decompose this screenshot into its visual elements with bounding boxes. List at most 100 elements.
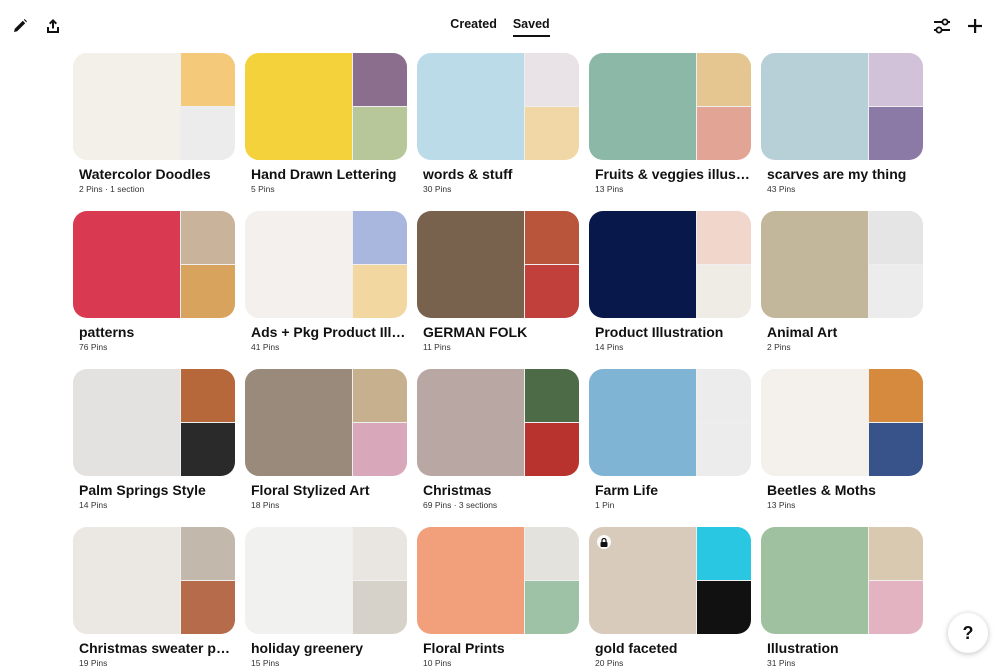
board-cover-main-image xyxy=(761,53,868,160)
board-card[interactable]: Beetles & Moths 13 Pins xyxy=(761,369,923,510)
board-cover-side-image xyxy=(697,369,751,422)
board-pin-count: 69 Pins · 3 sections xyxy=(423,500,498,510)
board-card[interactable]: Christmas 69 Pins · 3 sections xyxy=(417,369,579,510)
board-card[interactable]: Farm Life 1 Pin xyxy=(589,369,751,510)
board-pin-count: 2 Pins · 1 section xyxy=(79,184,145,194)
board-cover-main-image xyxy=(417,53,524,160)
board-pin-count: 76 Pins xyxy=(79,342,108,352)
board-cover-side-image xyxy=(181,107,235,160)
board-cover-side-image xyxy=(869,53,923,106)
board-card[interactable]: Christmas sweater pa... 19 Pins xyxy=(73,527,235,668)
board-card[interactable]: Watercolor Doodles 2 Pins · 1 section xyxy=(73,53,235,194)
board-card[interactable]: patterns 76 Pins xyxy=(73,211,235,352)
board-title: Ads + Pkg Product Illu... xyxy=(251,324,407,340)
board-title: GERMAN FOLK xyxy=(423,324,528,340)
board-title: Floral Prints xyxy=(423,640,505,656)
top-bar: Created Saved xyxy=(0,0,1000,50)
board-cover[interactable] xyxy=(761,53,923,160)
board-title: Animal Art xyxy=(767,324,838,340)
board-cover[interactable] xyxy=(589,211,751,318)
help-button[interactable]: ? xyxy=(948,613,988,653)
board-cover-main-image xyxy=(417,369,524,476)
board-cover-side-image xyxy=(181,369,235,422)
board-cover-side-image xyxy=(353,265,407,318)
board-cover-side-image xyxy=(697,211,751,264)
board-title: holiday greenery xyxy=(251,640,364,656)
board-card[interactable]: Ads + Pkg Product Illu... 41 Pins xyxy=(245,211,407,352)
board-pin-count: 41 Pins xyxy=(251,342,280,352)
board-title: Beetles & Moths xyxy=(767,482,876,498)
board-cover[interactable] xyxy=(245,527,407,634)
board-card[interactable]: Hand Drawn Lettering 5 Pins xyxy=(245,53,407,194)
board-cover[interactable] xyxy=(761,527,923,634)
board-card[interactable]: Palm Springs Style 14 Pins xyxy=(73,369,235,510)
filter-icon[interactable] xyxy=(930,14,954,38)
board-pin-count: 43 Pins xyxy=(767,184,796,194)
board-cover[interactable] xyxy=(761,211,923,318)
board-cover-main-image xyxy=(417,527,524,634)
board-cover[interactable] xyxy=(245,53,407,160)
board-cover-main-image xyxy=(589,211,696,318)
board-card[interactable]: gold faceted 20 Pins xyxy=(589,527,751,668)
board-pin-count: 13 Pins xyxy=(595,184,624,194)
board-pin-count: 18 Pins xyxy=(251,500,280,510)
board-cover[interactable] xyxy=(589,527,751,634)
board-cover-side-image xyxy=(869,369,923,422)
board-card[interactable]: GERMAN FOLK 11 Pins xyxy=(417,211,579,352)
board-card[interactable]: Fruits & veggies illustr... 13 Pins xyxy=(589,53,751,194)
board-cover-side-image xyxy=(697,423,751,476)
board-cover-main-image xyxy=(73,527,180,634)
board-cover-side-image xyxy=(353,107,407,160)
board-card[interactable]: Animal Art 2 Pins xyxy=(761,211,923,352)
board-cover-side-image xyxy=(525,423,579,476)
tab-created[interactable]: Created xyxy=(450,17,497,37)
board-pin-count: 11 Pins xyxy=(423,342,451,352)
board-card[interactable]: words & stuff 30 Pins xyxy=(417,53,579,194)
board-cover[interactable] xyxy=(761,369,923,476)
board-cover-side-image xyxy=(525,211,579,264)
board-card[interactable]: holiday greenery 15 Pins xyxy=(245,527,407,668)
board-cover[interactable] xyxy=(73,527,235,634)
board-cover-main-image xyxy=(73,53,180,160)
board-cover-side-image xyxy=(353,581,407,634)
board-title: Fruits & veggies illustr... xyxy=(595,166,751,182)
board-cover-side-image xyxy=(697,527,751,580)
board-cover-side-image xyxy=(697,53,751,106)
board-title: Illustration xyxy=(767,640,839,656)
board-cover-main-image xyxy=(589,369,696,476)
board-cover-side-image xyxy=(181,423,235,476)
board-card[interactable]: Floral Prints 10 Pins xyxy=(417,527,579,668)
board-cover[interactable] xyxy=(417,369,579,476)
board-cover-side-image xyxy=(697,265,751,318)
board-pin-count: 2 Pins xyxy=(767,342,791,352)
board-cover[interactable] xyxy=(417,527,579,634)
board-cover-main-image xyxy=(245,527,352,634)
board-cover-main-image xyxy=(761,369,868,476)
board-cover[interactable] xyxy=(73,369,235,476)
board-pin-count: 14 Pins xyxy=(595,342,624,352)
board-card[interactable]: Product Illustration 14 Pins xyxy=(589,211,751,352)
plus-icon[interactable] xyxy=(963,14,987,38)
board-pin-count: 30 Pins xyxy=(423,184,452,194)
board-title: patterns xyxy=(79,324,135,340)
board-cover[interactable] xyxy=(73,211,235,318)
board-pin-count: 14 Pins xyxy=(79,500,108,510)
board-cover[interactable] xyxy=(245,369,407,476)
board-cover-main-image xyxy=(589,53,696,160)
board-card[interactable]: Illustration 31 Pins xyxy=(761,527,923,668)
board-cover[interactable] xyxy=(417,53,579,160)
board-cover[interactable] xyxy=(589,53,751,160)
board-card[interactable]: scarves are my thing 43 Pins xyxy=(761,53,923,194)
board-cover-side-image xyxy=(181,211,235,264)
tab-saved[interactable]: Saved xyxy=(512,17,550,37)
board-cover[interactable] xyxy=(417,211,579,318)
board-cover[interactable] xyxy=(73,53,235,160)
board-cover-side-image xyxy=(525,53,579,106)
board-cover[interactable] xyxy=(245,211,407,318)
board-cover-main-image xyxy=(73,211,180,318)
board-pin-count: 13 Pins xyxy=(767,500,796,510)
board-cover-side-image xyxy=(353,53,407,106)
board-card[interactable]: Floral Stylized Art 18 Pins xyxy=(245,369,407,510)
board-title: Product Illustration xyxy=(595,324,724,340)
board-cover[interactable] xyxy=(589,369,751,476)
